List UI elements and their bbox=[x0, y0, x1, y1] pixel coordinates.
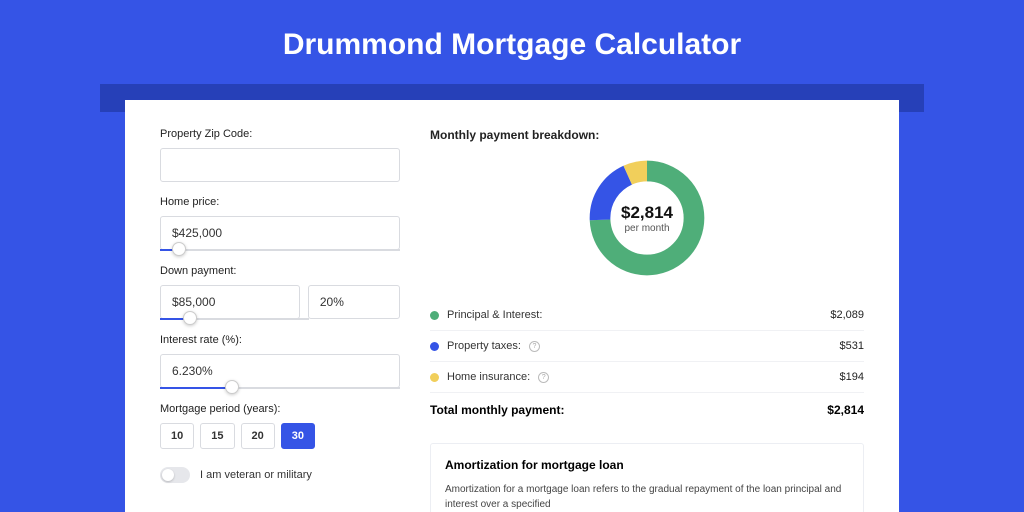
home-price-field: Home price: bbox=[160, 196, 400, 251]
down-payment-slider[interactable] bbox=[160, 318, 309, 320]
total-row: Total monthly payment: $2,814 bbox=[430, 393, 864, 427]
veteran-toggle-label: I am veteran or military bbox=[200, 469, 312, 481]
legend-row-1: Property taxes:? $531 bbox=[430, 331, 864, 362]
amortization-box: Amortization for mortgage loan Amortizat… bbox=[430, 443, 864, 512]
info-icon[interactable]: ? bbox=[538, 372, 549, 383]
period-button-20[interactable]: 20 bbox=[241, 423, 275, 449]
total-label: Total monthly payment: bbox=[430, 403, 564, 417]
legend-label: Property taxes: bbox=[447, 340, 521, 352]
amortization-title: Amortization for mortgage loan bbox=[445, 458, 849, 472]
legend-value: $194 bbox=[840, 371, 864, 383]
breakdown-title: Monthly payment breakdown: bbox=[430, 128, 864, 142]
donut-chart-wrap: $2,814 per month bbox=[430, 156, 864, 280]
mortgage-period-field: Mortgage period (years): 1015 2030 bbox=[160, 403, 400, 449]
home-price-slider[interactable] bbox=[160, 249, 400, 251]
legend-label: Home insurance: bbox=[447, 371, 530, 383]
period-button-30[interactable]: 30 bbox=[281, 423, 315, 449]
info-icon[interactable]: ? bbox=[529, 341, 540, 352]
interest-rate-slider-thumb[interactable] bbox=[225, 380, 239, 394]
interest-rate-field: Interest rate (%): bbox=[160, 334, 400, 389]
interest-rate-label: Interest rate (%): bbox=[160, 334, 400, 346]
calculator-card: Property Zip Code: Home price: Down paym… bbox=[125, 100, 899, 512]
mortgage-period-label: Mortgage period (years): bbox=[160, 403, 400, 415]
interest-rate-slider[interactable] bbox=[160, 387, 400, 389]
down-payment-slider-thumb[interactable] bbox=[183, 311, 197, 325]
donut-chart: $2,814 per month bbox=[585, 156, 709, 280]
donut-center-amount: $2,814 bbox=[621, 203, 673, 223]
breakdown-column: Monthly payment breakdown: $2,814 per mo… bbox=[430, 128, 864, 512]
veteran-toggle[interactable] bbox=[160, 467, 190, 483]
donut-center: $2,814 per month bbox=[585, 156, 709, 280]
page-title: Drummond Mortgage Calculator bbox=[0, 0, 1024, 84]
veteran-toggle-row: I am veteran or military bbox=[160, 467, 400, 483]
zip-input[interactable] bbox=[160, 148, 400, 182]
down-payment-percent-input[interactable] bbox=[308, 285, 400, 319]
legend-dot-icon bbox=[430, 311, 439, 320]
home-price-slider-thumb[interactable] bbox=[172, 242, 186, 256]
toggle-knob-icon bbox=[162, 469, 174, 481]
home-price-input[interactable] bbox=[160, 216, 400, 250]
legend-dot-icon bbox=[430, 373, 439, 382]
total-value: $2,814 bbox=[827, 403, 864, 417]
down-payment-amount-input[interactable] bbox=[160, 285, 300, 319]
zip-label: Property Zip Code: bbox=[160, 128, 400, 140]
legend-label: Principal & Interest: bbox=[447, 309, 542, 321]
period-button-15[interactable]: 15 bbox=[200, 423, 234, 449]
legend-row-2: Home insurance:? $194 bbox=[430, 362, 864, 393]
legend-dot-icon bbox=[430, 342, 439, 351]
legend-row-0: Principal & Interest: $2,089 bbox=[430, 300, 864, 331]
legend-value: $2,089 bbox=[830, 309, 864, 321]
donut-center-sub: per month bbox=[624, 223, 669, 234]
down-payment-label: Down payment: bbox=[160, 265, 400, 277]
amortization-text: Amortization for a mortgage loan refers … bbox=[445, 482, 849, 512]
zip-field: Property Zip Code: bbox=[160, 128, 400, 182]
down-payment-field: Down payment: bbox=[160, 265, 400, 320]
period-button-10[interactable]: 10 bbox=[160, 423, 194, 449]
interest-rate-input[interactable] bbox=[160, 354, 400, 388]
home-price-label: Home price: bbox=[160, 196, 400, 208]
legend-value: $531 bbox=[840, 340, 864, 352]
inputs-column: Property Zip Code: Home price: Down paym… bbox=[160, 128, 400, 512]
